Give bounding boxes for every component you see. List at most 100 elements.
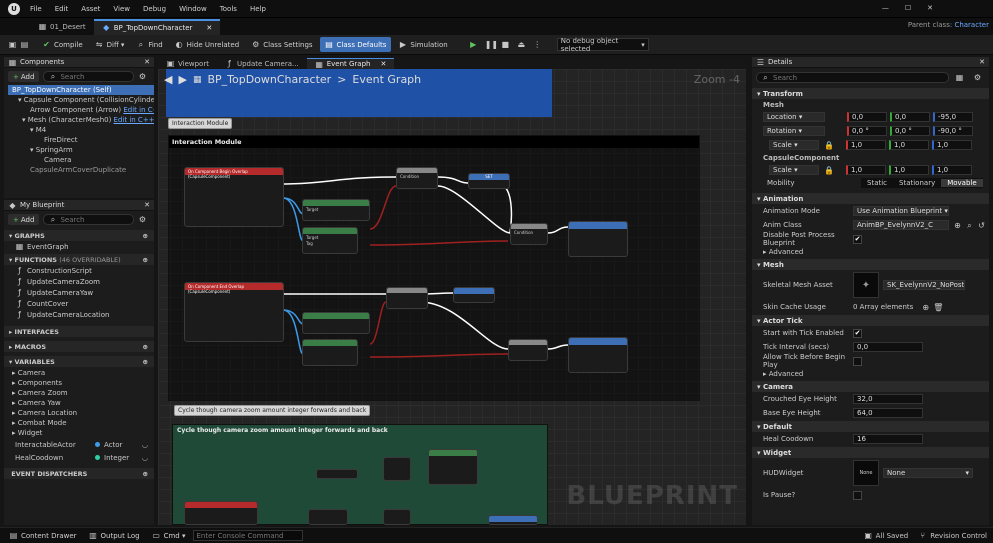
section-transform[interactable]: ▾ Transform bbox=[752, 88, 989, 99]
var-category[interactable]: ▸ Camera Location bbox=[12, 408, 154, 418]
disable-pp-checkbox[interactable]: ✔ bbox=[853, 234, 862, 244]
allow-tick-checkbox[interactable] bbox=[853, 356, 862, 366]
close-icon[interactable]: ✕ bbox=[144, 58, 150, 66]
section-widget[interactable]: ▾ Widget bbox=[752, 447, 989, 458]
parent-class-value[interactable]: Character bbox=[954, 21, 989, 29]
lock-icon[interactable]: 🔒 bbox=[824, 141, 834, 150]
add-macro-icon[interactable]: ⊕ bbox=[143, 343, 148, 351]
comment-bubble-cycle[interactable]: Cycle though camera zoom amount integer … bbox=[174, 405, 371, 416]
delete-icon[interactable]: 🗑 bbox=[933, 303, 943, 312]
var-category[interactable]: ▸ Camera Zoom bbox=[12, 388, 154, 398]
start-tick-checkbox[interactable]: ✔ bbox=[853, 328, 862, 338]
menu-tools[interactable]: Tools bbox=[220, 5, 237, 13]
tab-close-icon[interactable]: ✕ bbox=[206, 24, 212, 32]
save-icon[interactable]: ▣ bbox=[8, 40, 17, 49]
settings-icon[interactable]: ⚙ bbox=[973, 73, 982, 82]
browse-icon[interactable]: ▤ bbox=[20, 40, 29, 49]
close-icon[interactable]: ✕ bbox=[380, 60, 386, 68]
compile-button[interactable]: ✔ Compile bbox=[37, 37, 88, 52]
var-category[interactable]: ▸ Camera Yaw bbox=[12, 398, 154, 408]
node-clamp[interactable] bbox=[428, 449, 478, 485]
my-blueprint-search-input[interactable]: ⌕ Search bbox=[43, 214, 134, 225]
browse-icon[interactable]: ⌕ bbox=[965, 221, 974, 230]
tab-level[interactable]: ▦ 01_Desert bbox=[30, 19, 94, 35]
section-interfaces[interactable]: ▸ INTERFACES bbox=[4, 326, 154, 337]
cmd-button[interactable]: ▭ Cmd ▾ bbox=[147, 528, 191, 543]
node-end-overlap[interactable]: On Component End Overlap (CapsuleCompone… bbox=[184, 282, 284, 342]
node-branch-2[interactable]: Condition bbox=[510, 223, 548, 245]
content-drawer-button[interactable]: ▤ Content Drawer bbox=[4, 528, 82, 543]
node-does-implement-2[interactable] bbox=[302, 312, 370, 334]
rotation-y-input[interactable]: 0,0 ° bbox=[890, 126, 930, 136]
tab-event-graph[interactable]: ▦ Event Graph ✕ bbox=[306, 58, 395, 69]
function-item[interactable]: ƒ UpdateCameraZoom bbox=[4, 276, 154, 287]
tab-update-camera[interactable]: ƒ Update Camera... bbox=[217, 58, 307, 69]
row-advanced-2[interactable]: ▸ Advanced bbox=[752, 368, 989, 380]
reset-icon[interactable]: ↺ bbox=[977, 221, 986, 230]
section-mesh[interactable]: ▾ Mesh bbox=[752, 259, 989, 270]
hud-widget-select[interactable]: None ▾ bbox=[883, 468, 973, 478]
simulation-button[interactable]: ▶ Simulation bbox=[393, 37, 452, 52]
tab-blueprint[interactable]: ◆ BP_TopDownCharacter ✕ bbox=[93, 18, 221, 35]
menu-debug[interactable]: Debug bbox=[143, 5, 166, 13]
skeletal-mesh-select[interactable]: SK_EvelynnV2_NoPostProcess bbox=[883, 280, 965, 290]
diff-button[interactable]: ⇋ Diff ▾ bbox=[90, 37, 130, 52]
mobility-movable[interactable]: Movable bbox=[941, 179, 983, 187]
base-eye-input[interactable]: 64,0 bbox=[853, 408, 923, 418]
var-category[interactable]: ▸ Components bbox=[12, 378, 154, 388]
pause-icon[interactable]: ❚❚ bbox=[485, 40, 498, 49]
function-item[interactable]: ƒ CountCover bbox=[4, 298, 154, 309]
lock-icon[interactable]: 🔒 bbox=[824, 166, 834, 175]
node-set-3[interactable] bbox=[488, 515, 538, 525]
scale-y-input[interactable]: 1,0 bbox=[889, 140, 929, 150]
play-icon[interactable]: ▶ bbox=[469, 40, 478, 49]
close-icon[interactable]: ✕ bbox=[927, 4, 933, 12]
tree-item-springarm[interactable]: ▾ SpringArm bbox=[8, 145, 154, 155]
section-macros[interactable]: ▸ MACROS ⊕ bbox=[4, 341, 154, 352]
tree-item-camera[interactable]: Camera bbox=[8, 155, 154, 165]
find-button[interactable]: ⌕ Find bbox=[131, 37, 167, 52]
add-component-button[interactable]: + Add bbox=[8, 71, 40, 82]
add-dispatcher-icon[interactable]: ⊕ bbox=[143, 470, 148, 478]
tree-item-mesh[interactable]: ▾ Mesh (CharacterMesh0) Edit in C++ bbox=[8, 115, 154, 125]
section-camera[interactable]: ▾ Camera bbox=[752, 381, 989, 392]
tree-item-m4[interactable]: ▾ M4 bbox=[8, 125, 154, 135]
section-animation[interactable]: ▾ Animation bbox=[752, 193, 989, 204]
capsule-scale-y-input[interactable]: 1,0 bbox=[889, 165, 929, 175]
node-branch-1[interactable]: Condition bbox=[396, 167, 438, 189]
node-math-2[interactable] bbox=[383, 509, 411, 525]
class-settings-button[interactable]: ⚙ Class Settings bbox=[246, 37, 317, 52]
node-add[interactable] bbox=[383, 457, 411, 481]
location-mode-select[interactable]: Location ▾ bbox=[763, 112, 825, 122]
node-has-tag-1[interactable]: Target Tag bbox=[302, 227, 358, 254]
section-variables[interactable]: ▾ VARIABLES ⊕ bbox=[4, 356, 154, 367]
unreal-logo-icon[interactable]: U bbox=[8, 2, 20, 15]
row-advanced[interactable]: ▸ Advanced bbox=[752, 246, 989, 258]
crouched-eye-input[interactable]: 32,0 bbox=[853, 394, 923, 404]
node-has-tag-2[interactable] bbox=[302, 339, 358, 366]
node-branch-4[interactable] bbox=[508, 339, 548, 361]
edit-in-cpp-link[interactable]: Edit in C++ bbox=[123, 106, 154, 114]
node-camera-zoom-var[interactable] bbox=[316, 469, 358, 479]
anim-class-select[interactable]: AnimBP_EvelynnV2_C bbox=[853, 220, 949, 230]
section-default[interactable]: ▾ Default bbox=[752, 421, 989, 432]
tab-viewport[interactable]: ▣ Viewport bbox=[158, 58, 217, 69]
menu-file[interactable]: File bbox=[30, 5, 42, 13]
anim-mode-select[interactable]: Use Animation Blueprint ▾ bbox=[853, 206, 949, 216]
scale-mode-select[interactable]: Scale ▾ bbox=[769, 140, 819, 150]
edit-in-cpp-link[interactable]: Edit in C++ bbox=[114, 116, 154, 124]
heal-cooldown-input[interactable]: 16 bbox=[853, 434, 923, 444]
scale-x-input[interactable]: 1,0 bbox=[846, 140, 886, 150]
tree-item-cover[interactable]: CapsuleArmCoverDuplicate bbox=[8, 165, 154, 175]
hide-unrelated-button[interactable]: ◐ Hide Unrelated bbox=[170, 37, 245, 52]
scale-z-input[interactable]: 1,0 bbox=[932, 140, 972, 150]
hud-thumbnail[interactable]: None bbox=[853, 460, 879, 486]
node-widget-1[interactable] bbox=[568, 221, 628, 257]
debug-object-select[interactable]: No debug object selected ▾ bbox=[556, 37, 649, 53]
section-event-dispatchers[interactable]: EVENT DISPATCHERS ⊕ bbox=[4, 468, 154, 479]
rotation-mode-select[interactable]: Rotation ▾ bbox=[763, 126, 825, 136]
add-member-button[interactable]: + Add bbox=[8, 214, 40, 225]
function-item[interactable]: ƒ UpdateCameraLocation bbox=[4, 309, 154, 320]
add-graph-icon[interactable]: ⊕ bbox=[143, 232, 148, 240]
node-branch-3[interactable] bbox=[386, 287, 428, 309]
